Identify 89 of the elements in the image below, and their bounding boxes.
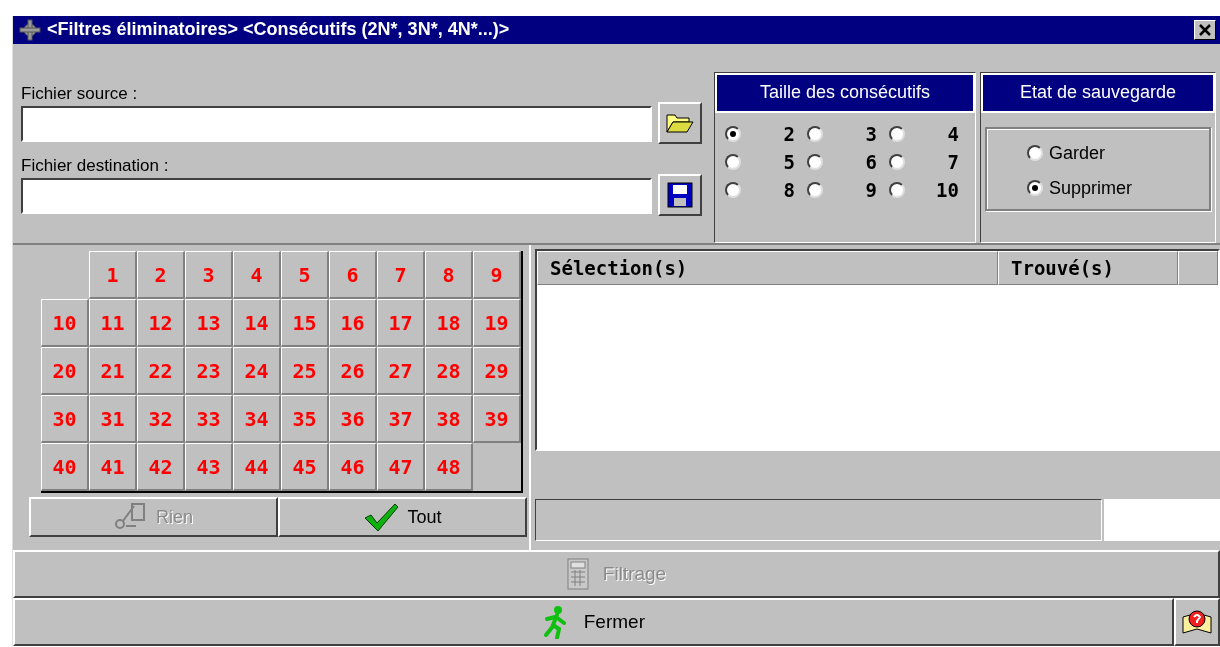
number-button[interactable]: 34: [233, 395, 281, 444]
radio-button[interactable]: [889, 125, 905, 142]
number-button[interactable]: 30: [41, 395, 89, 444]
close-button[interactable]: [1194, 19, 1216, 40]
window-title: <Filtres éliminatoires> <Consécutifs (2N*, 3N*, 4N*...)>: [47, 19, 511, 41]
number-button[interactable]: 24: [233, 347, 281, 396]
number-button[interactable]: 21: [89, 347, 137, 396]
number-button[interactable]: 1: [89, 251, 137, 300]
check-icon: [363, 502, 400, 533]
radio-label: 10: [935, 178, 959, 201]
number-button[interactable]: 12: [137, 299, 185, 348]
radio-label: 2: [782, 122, 795, 145]
number-button[interactable]: 16: [329, 299, 377, 348]
column-header[interactable]: Sélection(s): [537, 251, 998, 286]
number-button[interactable]: 33: [185, 395, 233, 444]
number-button[interactable]: 14: [233, 299, 281, 348]
field-label: Fichier destination :: [21, 155, 170, 176]
calculator-icon: [566, 558, 589, 591]
number-button[interactable]: 36: [329, 395, 377, 444]
number-button[interactable]: 7: [377, 251, 425, 300]
number-button[interactable]: 3: [185, 251, 233, 300]
number-button[interactable]: 18: [425, 299, 473, 348]
number-button[interactable]: 48: [425, 443, 473, 492]
radio-label: 8: [782, 178, 795, 201]
number-button[interactable]: 41: [89, 443, 137, 492]
radio-button[interactable]: [807, 153, 823, 170]
number-button[interactable]: 26: [329, 347, 377, 396]
radio-button[interactable]: [725, 181, 741, 198]
open-folder-button[interactable]: [658, 101, 702, 144]
source-file-field[interactable]: [21, 105, 652, 142]
number-button[interactable]: 43: [185, 443, 233, 492]
number-button[interactable]: 39: [473, 395, 521, 444]
number-button[interactable]: 2: [137, 251, 185, 300]
number-button[interactable]: 27: [377, 347, 425, 396]
radio-button[interactable]: [725, 125, 741, 142]
close-dialog-button[interactable]: Fermer: [13, 598, 1174, 646]
number-button[interactable]: 6: [329, 251, 377, 300]
radio-button[interactable]: [807, 125, 823, 142]
number-button[interactable]: 23: [185, 347, 233, 396]
number-button[interactable]: 28: [425, 347, 473, 396]
number-button[interactable]: 31: [89, 395, 137, 444]
radio-button[interactable]: [889, 181, 905, 198]
number-button[interactable]: 37: [377, 395, 425, 444]
radio-label: 9: [864, 178, 877, 201]
close-icon: [1199, 23, 1211, 36]
radio-label: Supprimer: [1049, 177, 1133, 199]
number-button[interactable]: 20: [41, 347, 89, 396]
number-button[interactable]: 44: [233, 443, 281, 492]
radio-button[interactable]: [807, 181, 823, 198]
number-button[interactable]: 19: [473, 299, 521, 348]
number-button[interactable]: 17: [377, 299, 425, 348]
radio-label: 5: [782, 150, 795, 173]
radio-label: 6: [864, 150, 877, 173]
radio-label: 7: [946, 150, 959, 173]
number-button[interactable]: 5: [281, 251, 329, 300]
number-button[interactable]: 11: [89, 299, 137, 348]
radio-label: Garder: [1049, 142, 1106, 164]
number-button[interactable]: 29: [473, 347, 521, 396]
radio-button[interactable]: [889, 153, 905, 170]
number-button[interactable]: 46: [329, 443, 377, 492]
help-button[interactable]: [1173, 598, 1220, 646]
select-all-button[interactable]: Tout: [278, 497, 527, 538]
number-button[interactable]: 9: [473, 251, 521, 300]
number-button[interactable]: 38: [425, 395, 473, 444]
number-button[interactable]: 4: [233, 251, 281, 300]
panel-title: Etat de sauvegarde: [981, 72, 1215, 113]
number-button[interactable]: 35: [281, 395, 329, 444]
help-book-icon: [1180, 607, 1213, 637]
radio-label: 4: [946, 122, 959, 145]
number-button[interactable]: 22: [137, 347, 185, 396]
save-button[interactable]: [658, 173, 702, 216]
destination-file-field[interactable]: [21, 177, 652, 214]
number-button[interactable]: 25: [281, 347, 329, 396]
number-button[interactable]: 13: [185, 299, 233, 348]
number-button[interactable]: 10: [41, 299, 89, 348]
number-button[interactable]: 15: [281, 299, 329, 348]
field-label: Fichier source :: [21, 83, 139, 104]
number-button[interactable]: 45: [281, 443, 329, 492]
radio-button[interactable]: [725, 153, 741, 170]
column-header[interactable]: Trouvé(s): [998, 251, 1178, 286]
radio-button[interactable]: [1027, 180, 1043, 197]
number-button[interactable]: 47: [377, 443, 425, 492]
radio-button[interactable]: [1027, 145, 1043, 162]
number-button[interactable]: 8: [425, 251, 473, 300]
panel-title: Taille des consécutifs: [715, 72, 975, 113]
number-button[interactable]: 32: [137, 395, 185, 444]
radio-label: 3: [864, 122, 877, 145]
number-button[interactable]: 42: [137, 443, 185, 492]
number-button[interactable]: 40: [41, 443, 89, 492]
